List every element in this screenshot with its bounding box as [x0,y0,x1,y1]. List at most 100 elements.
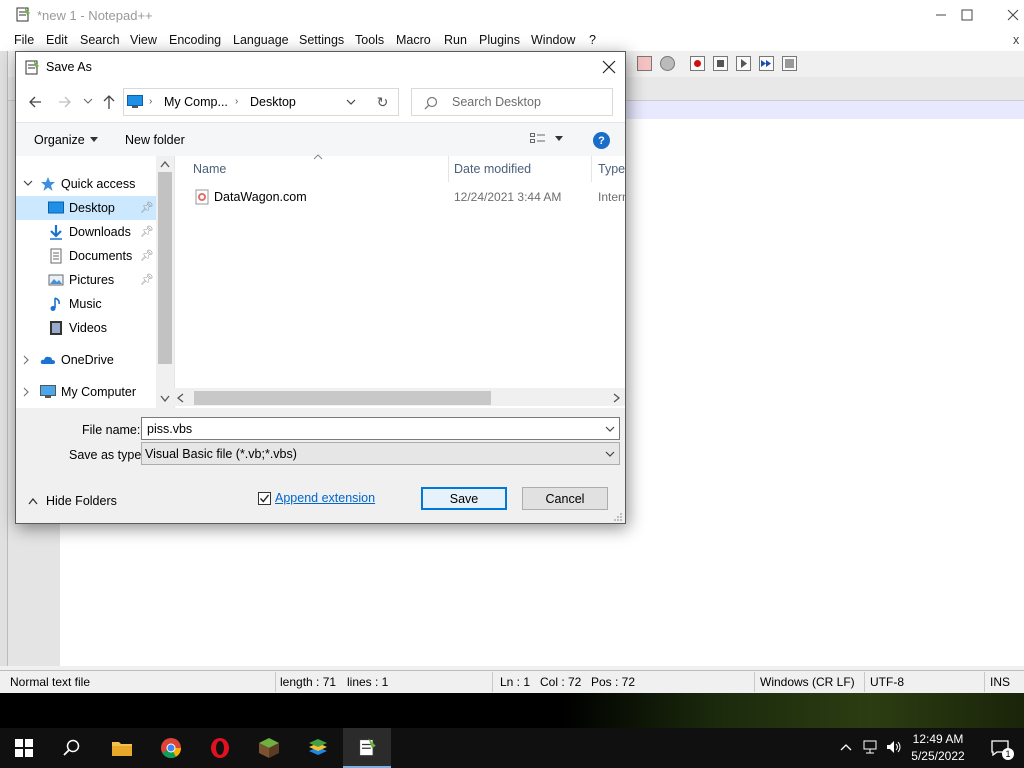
resize-grip-icon[interactable] [613,512,623,522]
file-name-input[interactable]: piss.vbs [141,417,620,440]
up-arrow-icon[interactable] [102,94,116,110]
toolbar-icon-a[interactable] [637,56,652,71]
column-header-type[interactable]: Type [598,162,625,176]
search-icon [424,96,438,110]
address-dropdown-chevron-icon[interactable] [346,99,356,107]
file-list-hscrollbar-thumb[interactable] [194,391,491,405]
menu-plugins[interactable]: Plugins [479,33,520,47]
column-separator[interactable] [448,156,449,182]
star-icon [41,177,55,191]
nav-item-onedrive[interactable]: OneDrive [16,348,156,372]
menu-language[interactable]: Language [233,33,289,47]
forward-arrow-icon[interactable] [58,95,72,109]
nav-item-pictures[interactable]: Pictures 📌︎ [16,268,156,292]
document-close-button[interactable]: x [1013,33,1019,47]
dialog-close-button[interactable] [592,52,626,82]
nav-item-downloads[interactable]: Downloads 📌︎ [16,220,156,244]
append-extension-checkbox[interactable]: Append extension [258,491,375,505]
status-mode: INS [990,675,1011,689]
menu-view[interactable]: View [130,33,157,47]
scroll-right-icon[interactable] [613,393,620,403]
close-button[interactable] [990,0,1024,30]
taskbar-minecraft[interactable] [245,728,293,768]
show-hidden-icons-chevron-icon[interactable] [840,743,852,751]
collapsed-chevron-icon[interactable] [23,355,31,365]
scroll-up-icon[interactable] [160,161,170,168]
new-folder-button[interactable]: New folder [125,133,185,147]
taskbar-chrome[interactable] [147,728,195,768]
maximize-icon [961,9,973,21]
scroll-down-icon[interactable] [160,395,170,402]
menu-macro[interactable]: Macro [396,33,431,47]
nav-item-my-computer[interactable]: My Computer [16,380,156,404]
column-separator[interactable] [591,156,592,182]
chevron-down-icon [89,137,98,142]
save-as-type-select[interactable]: Visual Basic file (*.vb;*.vbs) [141,442,620,465]
chevron-down-icon[interactable] [605,426,615,433]
notepadpp-titlebar: *new 1 - Notepad++ [0,0,1024,30]
bluestacks-icon [309,739,327,755]
save-macro-button[interactable] [782,56,797,71]
refresh-button[interactable]: ↻ [367,88,399,116]
menu-encoding[interactable]: Encoding [169,33,221,47]
pin-icon: 📌︎ [140,274,154,286]
taskbar-search-button[interactable] [48,728,96,768]
organize-button[interactable]: Organize [34,133,98,147]
cancel-label: Cancel [545,491,585,506]
clock-date[interactable]: 5/25/2022 [900,749,976,763]
column-header-date[interactable]: Date modified [454,162,531,176]
play-multiple-button[interactable] [759,56,774,71]
search-box[interactable]: Search Desktop [411,88,613,116]
taskbar-bluestacks[interactable] [294,728,342,768]
taskbar-file-explorer[interactable] [98,728,146,768]
cancel-button[interactable]: Cancel [522,487,608,510]
action-center-button[interactable]: 1 [976,728,1024,768]
menu-file[interactable]: File [14,33,34,47]
nav-item-music[interactable]: Music [16,292,156,316]
scroll-left-icon[interactable] [177,393,184,403]
network-icon[interactable] [863,739,879,755]
hide-folders-button[interactable]: Hide Folders [28,494,117,508]
nav-item-documents[interactable]: Documents 📌︎ [16,244,156,268]
breadcrumb-desktop[interactable]: Desktop [250,95,296,109]
nav-scrollbar-thumb[interactable] [158,172,172,364]
taskbar-opera[interactable] [196,728,244,768]
menu-tools[interactable]: Tools [355,33,384,47]
menu-window[interactable]: Window [531,33,575,47]
menu-run[interactable]: Run [444,33,467,47]
toolbar-icon-b[interactable] [660,56,675,71]
menu-help[interactable]: ? [589,33,596,47]
menu-edit[interactable]: Edit [46,33,68,47]
save-button[interactable]: Save [421,487,507,510]
back-arrow-icon[interactable] [28,95,42,109]
start-button[interactable] [0,728,48,768]
nav-item-desktop[interactable]: Desktop 📌︎ [16,196,156,220]
nav-item-videos[interactable]: Videos [16,316,156,340]
maximize-button[interactable] [944,0,990,30]
organize-label: Organize [34,133,85,147]
recent-locations-chevron-icon[interactable] [83,98,93,106]
record-macro-button[interactable] [690,56,705,71]
nav-item-quick-access[interactable]: Quick access [16,172,156,196]
menu-search[interactable]: Search [80,33,120,47]
collapsed-chevron-icon[interactable] [23,387,31,397]
fast-forward-icon [761,60,771,67]
view-options-button[interactable] [530,132,563,146]
menu-settings[interactable]: Settings [299,33,344,47]
address-bar[interactable]: › My Comp... › Desktop [123,88,399,116]
file-row[interactable]: DataWagon.com 12/24/2021 3:44 AM Intern [188,186,625,208]
breadcrumb-my-computer[interactable]: My Comp... [164,95,228,109]
stop-macro-button[interactable] [713,56,728,71]
expanded-chevron-icon[interactable] [23,180,33,188]
hide-folders-label: Hide Folders [46,494,117,508]
breadcrumb-chevron-icon: › [235,96,239,107]
help-button[interactable]: ? [593,132,610,149]
clock-time[interactable]: 12:49 AM [900,732,976,746]
videos-icon [50,321,62,335]
play-macro-button[interactable] [736,56,751,71]
status-pos: Pos : 72 [591,675,636,689]
taskbar-notepadpp[interactable] [343,728,391,768]
column-header-name[interactable]: Name [193,162,226,176]
status-length: length : 71 [280,675,337,689]
file-date: 12/24/2021 3:44 AM [454,190,562,204]
